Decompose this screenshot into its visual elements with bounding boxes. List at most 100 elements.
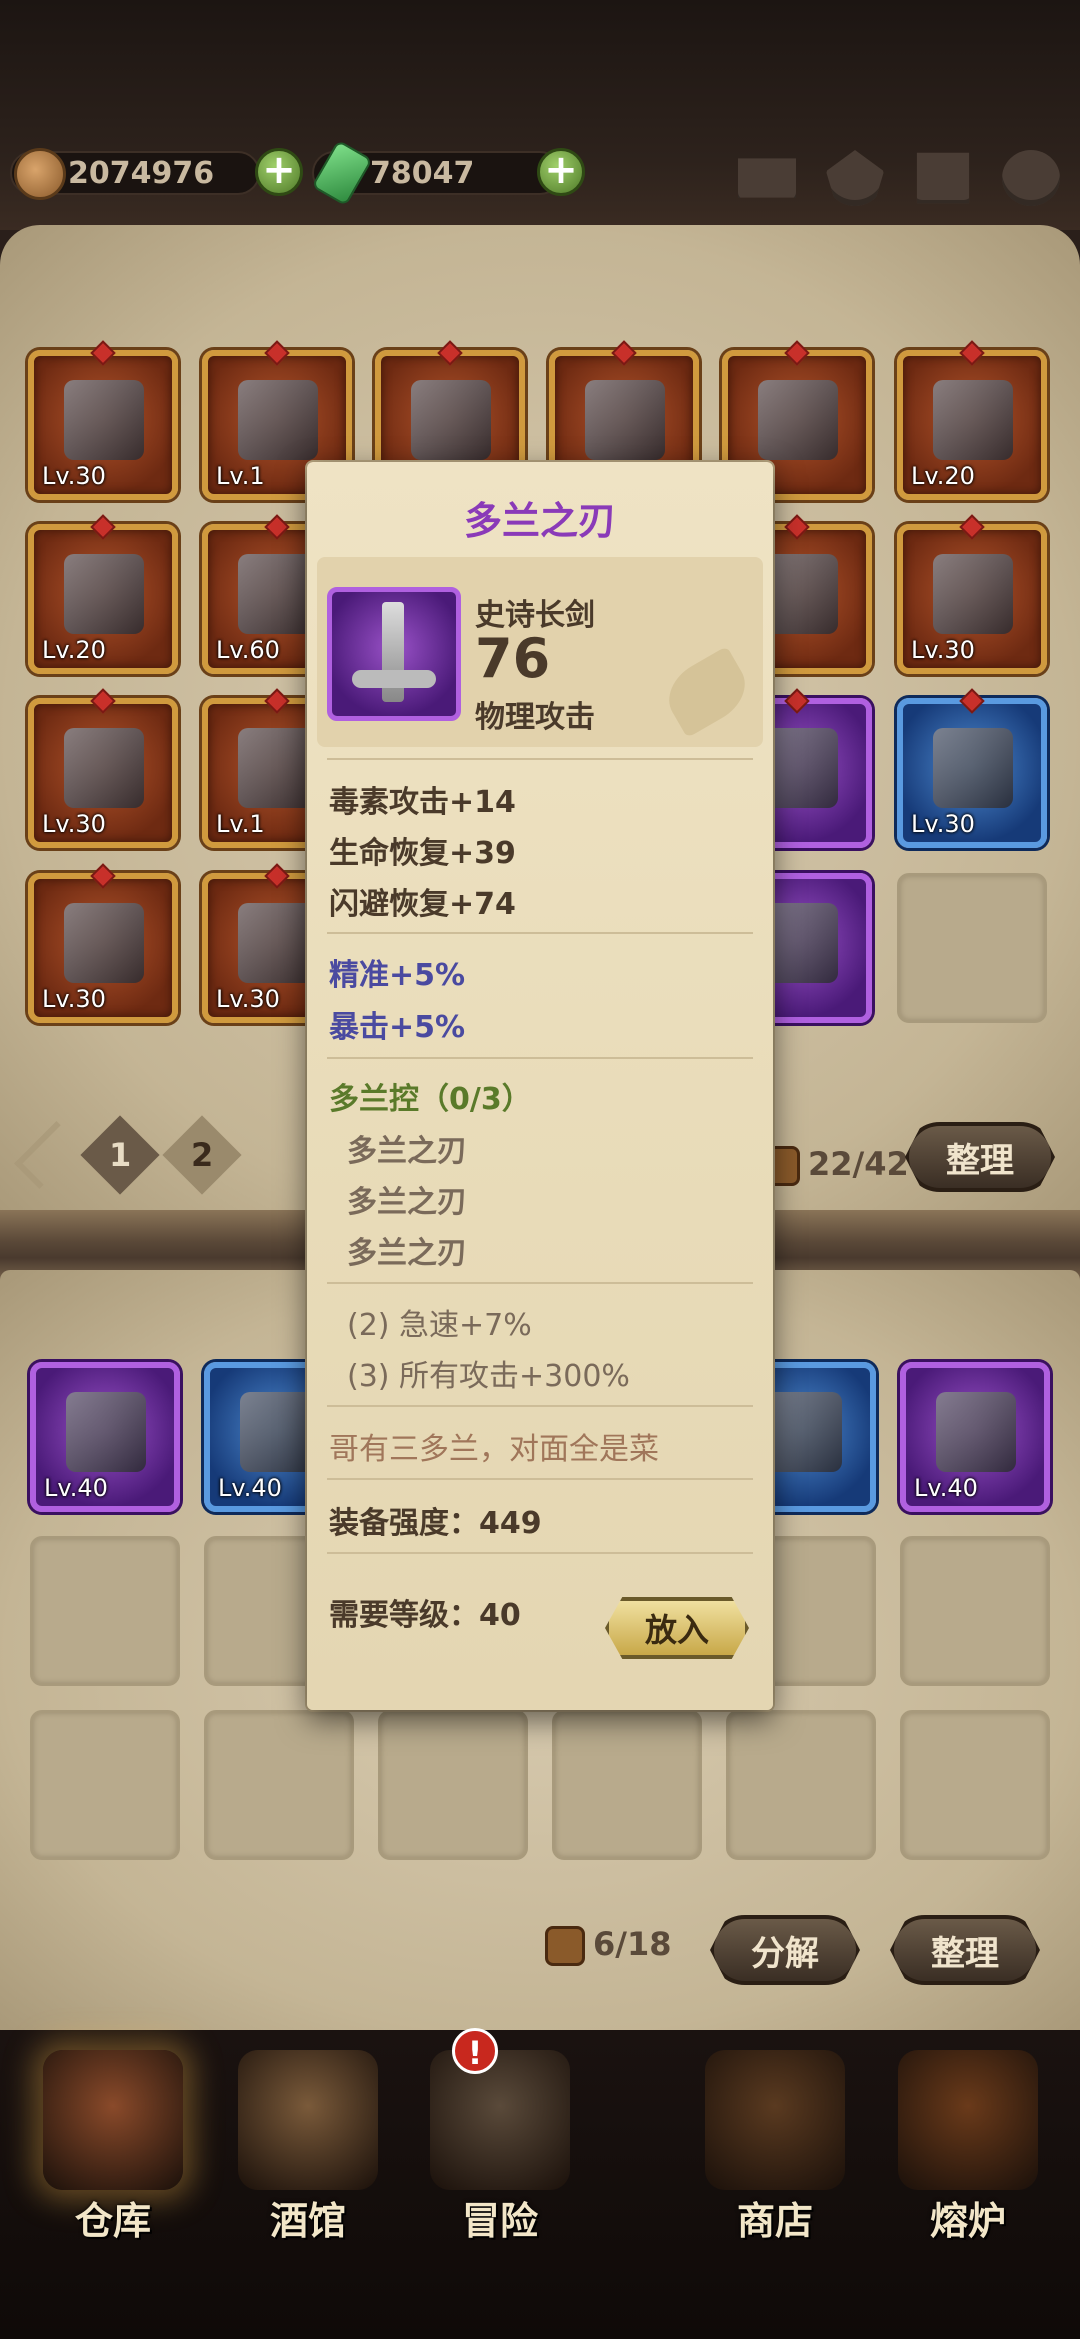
bag-item-art-icon [936, 1392, 1016, 1472]
page-2-button[interactable]: 2 [162, 1115, 242, 1195]
top-icon-bar [738, 150, 1060, 206]
adventure-alert-badge: ! [452, 2028, 498, 2074]
nav-furnace[interactable]: 熔炉 [873, 2040, 1063, 2243]
mail-icon[interactable] [738, 158, 796, 198]
bag-slot[interactable] [900, 1536, 1050, 1686]
equipment-slot[interactable]: Lv.30 [897, 688, 1047, 848]
required-level: 需要等级：40 [329, 1598, 521, 1633]
gem-counter: 78047 [311, 139, 562, 207]
equipment-slot[interactable]: Lv.30 [28, 863, 178, 1023]
equipment-slot[interactable]: Lv.30 [897, 514, 1047, 674]
favorite-icon[interactable] [826, 150, 884, 206]
equipment-art-icon [64, 554, 144, 634]
nav-label: 商店 [736, 2199, 813, 2243]
top-bar: 2074976 + 78047 + [0, 0, 1080, 230]
nav-adventure[interactable]: 冒险 [405, 2040, 595, 2243]
equipment-slot[interactable]: Lv.20 [28, 514, 178, 674]
base-stat: 生命恢复+39 [329, 836, 516, 871]
item-stat-type: 物理攻击 [475, 700, 595, 735]
divider-line [327, 1057, 753, 1059]
nav-tavern[interactable]: 酒馆 [213, 2040, 403, 2243]
divider-line [327, 1282, 753, 1284]
base-stat: 闪避恢复+74 [329, 887, 516, 922]
bag-slot[interactable] [204, 1710, 354, 1860]
put-in-button[interactable]: 放入 [605, 1597, 749, 1659]
bag-slot[interactable] [30, 1710, 180, 1860]
pager: 1 2 [14, 1115, 242, 1195]
add-gems-button[interactable]: + [537, 148, 585, 196]
set-item: 多兰之刃 [347, 1236, 467, 1271]
collection-icon[interactable] [916, 152, 970, 204]
equipment-art-icon [238, 554, 318, 634]
slot-level: Lv.20 [911, 462, 975, 490]
bag-slot[interactable] [552, 1710, 702, 1860]
equipment-slot[interactable]: Lv.20 [897, 340, 1047, 500]
equipment-art-icon [411, 380, 491, 460]
equipment-art-icon [758, 380, 838, 460]
sword-icon [327, 587, 461, 721]
equipment-slot[interactable] [897, 873, 1047, 1023]
bag-slot[interactable] [378, 1710, 528, 1860]
shop-icon [705, 2050, 845, 2190]
tavern-icon [238, 2050, 378, 2190]
bag-slot[interactable] [900, 1710, 1050, 1860]
bag-item-art-icon [66, 1392, 146, 1472]
sort-bag-button[interactable]: 整理 [890, 1915, 1040, 1985]
nav-shop[interactable]: 商店 [680, 2040, 870, 2243]
equipment-art-icon [238, 380, 318, 460]
equipment-slot[interactable]: Lv.30 [28, 688, 178, 848]
bag-slot[interactable]: Lv.40 [900, 1362, 1050, 1512]
nav-label: 酒馆 [269, 2199, 346, 2243]
equipment-art-icon [64, 728, 144, 808]
equipment-count: 22/42 [760, 1145, 909, 1186]
equipment-art-icon [238, 728, 318, 808]
slot-level: Lv.30 [911, 636, 975, 664]
page-1-button[interactable]: 1 [80, 1115, 160, 1195]
slot-level: Lv.1 [216, 810, 265, 838]
bag-slot[interactable] [726, 1710, 876, 1860]
set-item: 多兰之刃 [347, 1134, 467, 1169]
slot-level: Lv.30 [42, 810, 106, 838]
sort-equipment-button[interactable]: 整理 [905, 1122, 1055, 1192]
warehouse-icon [43, 2050, 183, 2190]
nav-label: 熔炉 [929, 2199, 1006, 2243]
nav-warehouse[interactable]: 仓库 [18, 2040, 208, 2243]
chest-icon [545, 1926, 585, 1966]
decompose-button[interactable]: 分解 [710, 1915, 860, 1985]
bag-slot[interactable]: Lv.40 [30, 1362, 180, 1512]
equipment-slot[interactable]: Lv.30 [28, 340, 178, 500]
coin-counter: 2074976 [10, 148, 260, 200]
flavor-text: 哥有三多兰，对面全是菜 [329, 1432, 659, 1467]
equipment-art-icon [933, 380, 1013, 460]
equipment-art-icon [933, 554, 1013, 634]
bag-slot[interactable] [30, 1536, 180, 1686]
bag-item-art-icon [762, 1392, 842, 1472]
slot-level: Lv.20 [42, 636, 106, 664]
add-coins-button[interactable]: + [255, 148, 303, 196]
nav-label: 仓库 [74, 2199, 151, 2243]
equipment-art-icon [585, 380, 665, 460]
equipment-art-icon [238, 903, 318, 983]
item-power: 76 [475, 627, 551, 690]
settings-icon[interactable] [1002, 150, 1060, 206]
bag-count: 6/18 [545, 1925, 671, 1966]
divider-line [327, 932, 753, 934]
slot-level: Lv.40 [44, 1474, 108, 1502]
gear-score: 装备强度：449 [329, 1506, 542, 1541]
set-item: 多兰之刃 [347, 1185, 467, 1220]
coin-icon [14, 148, 66, 200]
slot-level: Lv.30 [42, 985, 106, 1013]
slot-level: Lv.60 [216, 636, 280, 664]
set-name: 多兰控（0/3） [329, 1082, 532, 1117]
gem-icon [311, 139, 373, 207]
divider-line [327, 1552, 753, 1554]
nav-label: 冒险 [461, 2199, 538, 2243]
item-name: 多兰之刃 [463, 499, 616, 543]
slot-level: Lv.1 [216, 462, 265, 490]
slot-level: Lv.40 [914, 1474, 978, 1502]
divider-line [327, 1478, 753, 1480]
divider-line [327, 758, 753, 760]
furnace-icon [898, 2050, 1038, 2190]
set-bonus: (3) 所有攻击+300% [347, 1359, 630, 1394]
slot-level: Lv.30 [216, 985, 280, 1013]
